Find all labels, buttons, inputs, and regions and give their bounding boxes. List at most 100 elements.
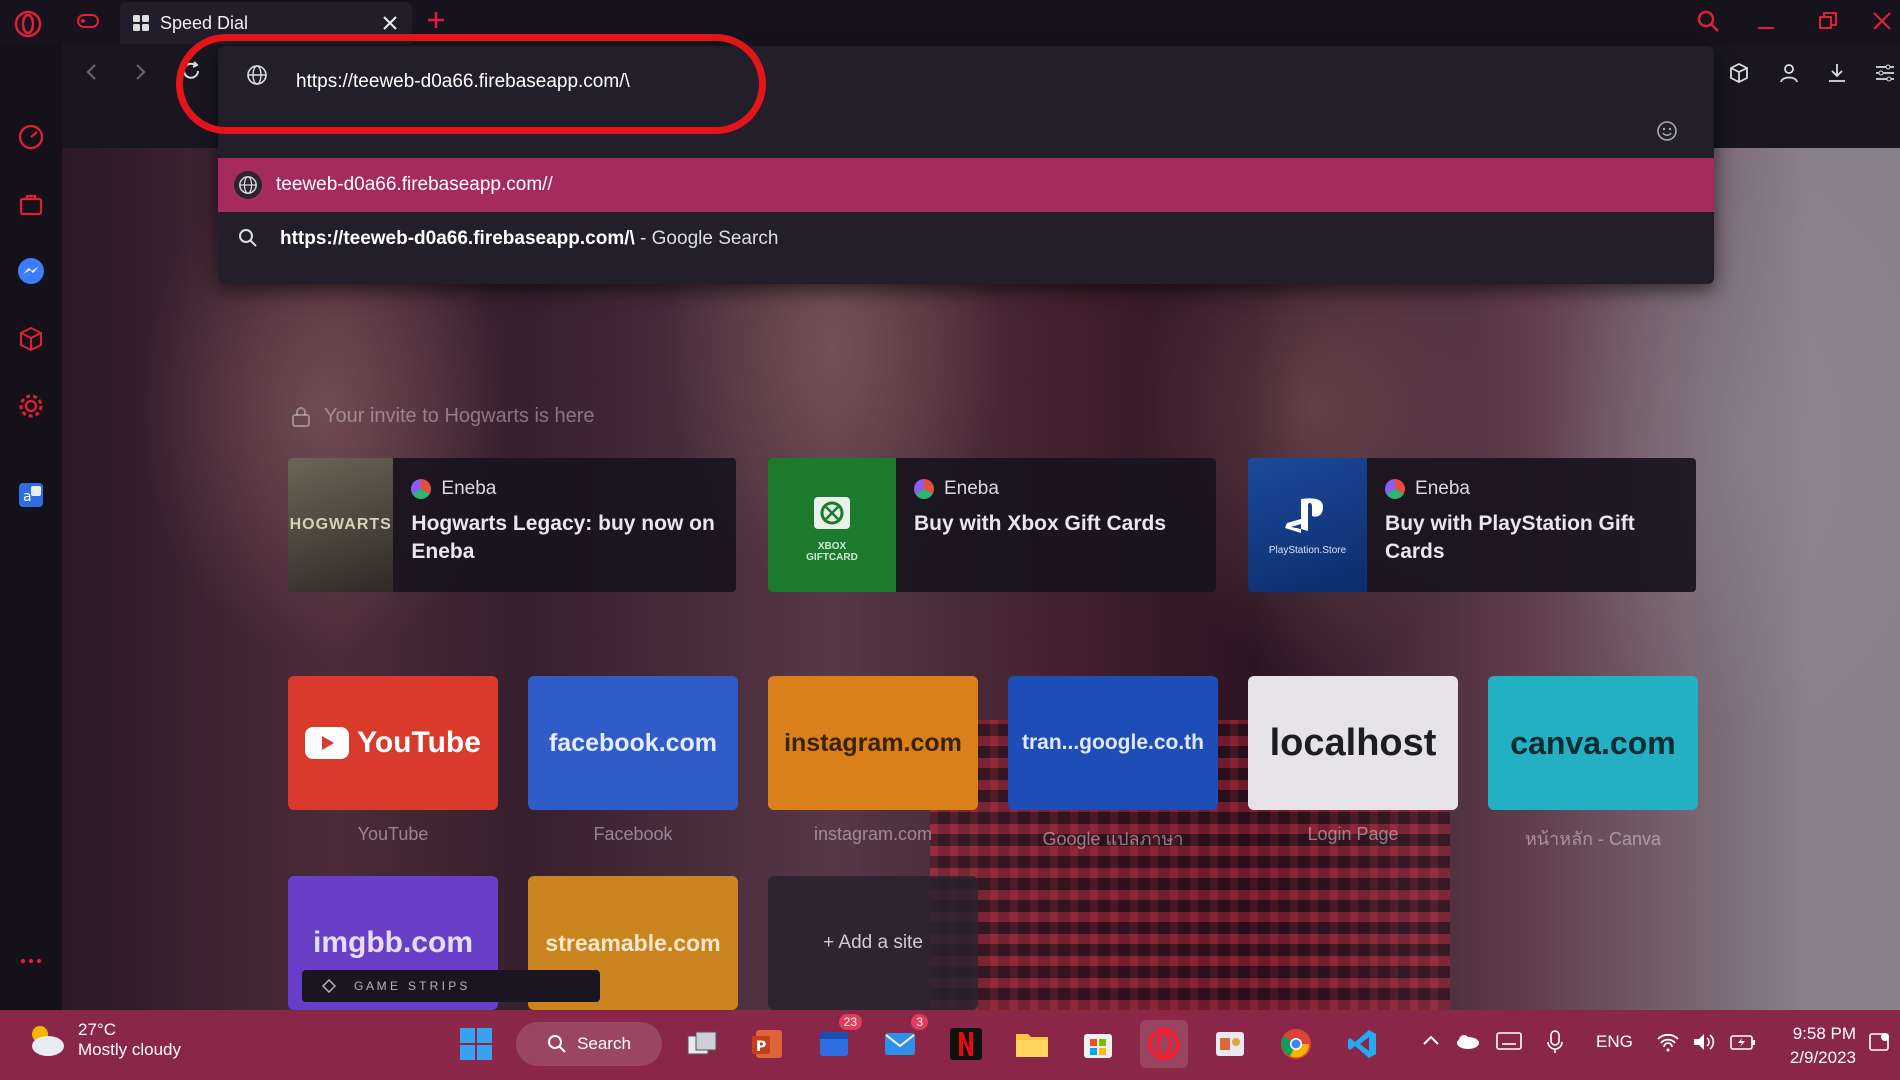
promo-card-hogwarts[interactable]: HOGWARTS Eneba Hogwarts Legacy: buy now … — [288, 458, 736, 592]
speed-dial-youtube[interactable]: YouTube — [288, 676, 498, 810]
invite-text: Your invite to Hogwarts is here — [324, 405, 595, 427]
emoji-icon[interactable] — [1656, 120, 1678, 142]
taskbar-search-label: Search — [577, 1034, 631, 1053]
speed-dial-google-translate[interactable]: tran...google.co.th — [1008, 676, 1218, 810]
new-tab-icon[interactable] — [426, 10, 446, 30]
download-icon[interactable] — [1826, 62, 1848, 84]
cube-icon[interactable] — [14, 322, 48, 356]
profile-icon[interactable] — [1778, 62, 1800, 84]
keyboard-icon[interactable] — [1496, 1032, 1522, 1050]
promo-card-playstation[interactable]: PlayStation.Store Eneba Buy with PlaySta… — [1248, 458, 1696, 592]
tab-search-icon[interactable] — [1696, 9, 1720, 33]
suggestion-search-query: https://teeweb-d0a66.firebaseapp.com/\ — [280, 228, 635, 249]
suggestion-url-text: teeweb-d0a66.firebaseapp.com// — [276, 174, 553, 195]
messenger-icon[interactable] — [14, 254, 48, 288]
tile-label: YouTube — [357, 726, 481, 759]
folder-icon — [1016, 1034, 1048, 1057]
wifi-icon[interactable] — [1656, 1032, 1680, 1052]
cloud-sun-icon — [24, 1020, 68, 1060]
taskbar-netflix[interactable] — [942, 1020, 990, 1068]
tile-label: tran...google.co.th — [1022, 731, 1204, 754]
calendar-app-icon — [820, 1032, 848, 1056]
tile-caption: YouTube — [357, 824, 429, 844]
opera-logo-icon[interactable] — [14, 10, 42, 38]
onedrive-cloud-icon[interactable] — [1454, 1032, 1480, 1050]
suggestion-url[interactable]: teeweb-d0a66.firebaseapp.com// — [218, 158, 1714, 212]
speed-dial-add-site[interactable]: + Add a site — [768, 876, 978, 1010]
taskbar-opera[interactable] — [1140, 1020, 1188, 1068]
sidebar: a — [0, 44, 62, 1010]
clock-time: 9:58 PM — [1792, 1024, 1856, 1043]
battery-icon[interactable] — [1730, 1032, 1756, 1052]
microphone-icon[interactable] — [1546, 1030, 1564, 1054]
tile-label: streamable.com — [545, 929, 721, 956]
taskbar-chrome[interactable] — [1272, 1020, 1320, 1068]
start-button[interactable] — [452, 1020, 500, 1068]
speed-dial-canva[interactable]: canva.com — [1488, 676, 1698, 810]
tile-label: imgbb.com — [312, 926, 473, 959]
opera-icon — [1148, 1028, 1180, 1060]
svg-text:P: P — [756, 1039, 766, 1055]
notification-icon[interactable] — [1868, 1032, 1890, 1054]
more-options-icon[interactable] — [14, 944, 48, 978]
taskbar-mail[interactable]: 3 — [876, 1014, 928, 1068]
language-indicator[interactable]: ENG — [1596, 1032, 1633, 1052]
volume-icon[interactable] — [1692, 1032, 1716, 1052]
tile-caption: Login Page — [1307, 824, 1399, 844]
forward-icon[interactable] — [130, 62, 150, 82]
clock-date: 2/9/2023 — [1789, 1048, 1856, 1067]
svg-text:a: a — [23, 489, 32, 505]
snapshot-cube-icon[interactable] — [1728, 62, 1750, 84]
chevron-up-icon[interactable] — [1422, 1034, 1440, 1046]
office-app-icon — [1216, 1032, 1244, 1056]
taskbar-photos[interactable] — [1206, 1020, 1254, 1068]
taskbar-store[interactable] — [1074, 1020, 1122, 1068]
hogwarts-thumb-text: HOGWARTS — [289, 516, 392, 533]
taskbar-file-explorer[interactable] — [1008, 1020, 1056, 1068]
speed-dial-localhost[interactable]: localhost — [1248, 676, 1458, 810]
speed-dial-grid-icon — [132, 14, 150, 32]
weather-widget[interactable]: 27°C Mostly cloudy — [24, 1020, 181, 1060]
taskbar-vscode[interactable] — [1338, 1020, 1386, 1068]
translate-extension-icon[interactable]: a — [14, 478, 48, 512]
playstation-thumb-text: PlayStation.Store — [1268, 544, 1347, 556]
powerpoint-icon: P — [752, 1030, 782, 1058]
tile-label: instagram.com — [784, 728, 962, 757]
close-tab-icon[interactable] — [382, 15, 398, 31]
speed-dial-facebook[interactable]: facebook.com — [528, 676, 738, 810]
clock[interactable]: 9:58 PM 2/9/2023 — [1780, 1022, 1856, 1070]
minimize-icon[interactable] — [1756, 12, 1776, 32]
close-window-icon[interactable] — [1872, 11, 1892, 31]
taskbar-powerpoint[interactable]: P — [744, 1020, 792, 1068]
shopping-bag-icon[interactable] — [14, 187, 48, 221]
restore-icon[interactable] — [1818, 11, 1838, 31]
suggestion-search[interactable]: https://teeweb-d0a66.firebaseapp.com/\ -… — [218, 212, 1714, 266]
chrome-icon — [1281, 1029, 1311, 1059]
hogwarts-thumbnail: HOGWARTS — [288, 458, 394, 592]
speed-dial-instagram[interactable]: instagram.com — [768, 676, 978, 810]
tile-caption: Facebook — [593, 824, 673, 844]
invite-banner[interactable]: Your invite to Hogwarts is here — [290, 405, 595, 428]
game-strips-banner[interactable]: G A M E S T R I P S — [302, 970, 600, 1002]
gamepad-icon[interactable] — [76, 10, 100, 32]
settings-gear-icon[interactable] — [14, 389, 48, 423]
playstation-icon — [1284, 497, 1323, 533]
lock-icon — [290, 406, 312, 428]
promo-source: Eneba — [1415, 478, 1470, 499]
promo-card-xbox[interactable]: XBOX GIFTCARD Eneba Buy with Xbox Gift C… — [768, 458, 1216, 592]
tile-label: canva.com — [1510, 724, 1676, 761]
playstation-thumbnail: PlayStation.Store — [1248, 458, 1368, 592]
back-icon[interactable] — [82, 62, 102, 82]
search-icon — [547, 1034, 567, 1054]
promo-source: Eneba — [441, 478, 497, 499]
search-icon — [238, 228, 258, 248]
task-view-button[interactable] — [678, 1020, 726, 1068]
easy-setup-icon[interactable] — [1874, 62, 1896, 84]
youtube-play-icon — [305, 727, 350, 759]
tile-caption: Google แปลภาษา — [1042, 829, 1184, 849]
speedometer-icon[interactable] — [14, 120, 48, 154]
tile-label: + Add a site — [823, 932, 923, 953]
taskbar-teams[interactable]: 23 — [810, 1014, 862, 1068]
taskbar-search[interactable]: Search — [516, 1022, 662, 1066]
promo-title: Buy with Xbox Gift Cards — [914, 512, 1167, 535]
